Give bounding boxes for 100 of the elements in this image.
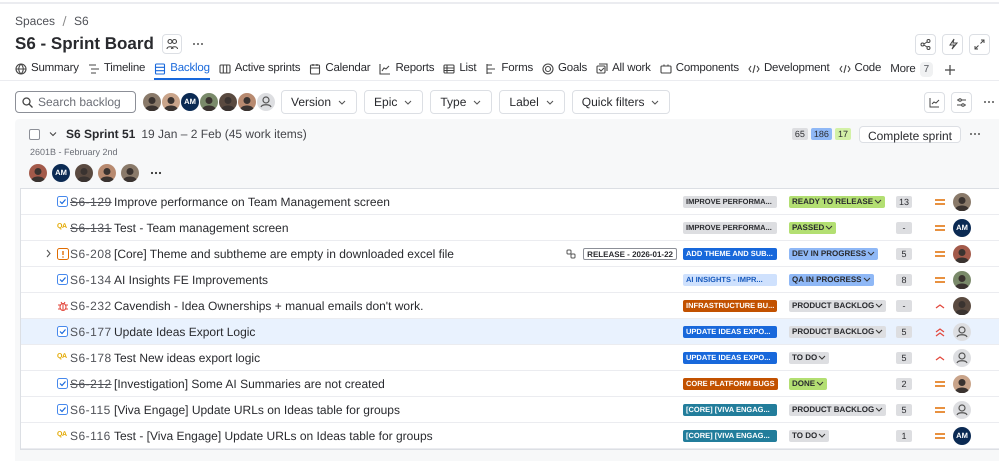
complete-sprint-button[interactable]: Complete sprint xyxy=(858,126,961,142)
automation-button[interactable] xyxy=(942,34,963,54)
status-dropdown[interactable]: TO DO xyxy=(789,352,830,364)
issue-summary[interactable]: AI Insights FE Improvements xyxy=(114,270,559,288)
issue-summary[interactable]: [Investigation] Some AI Summaries are not created xyxy=(114,374,559,392)
issue-key[interactable]: S6-134 xyxy=(70,270,114,288)
insights-button[interactable] xyxy=(924,92,945,112)
avatar[interactable] xyxy=(953,374,971,392)
issue-key[interactable]: S6-116 xyxy=(70,426,114,444)
chevron-down-icon xyxy=(874,198,882,205)
add-icon[interactable] xyxy=(944,64,956,76)
status-dropdown[interactable]: READY TO RELEASE xyxy=(789,196,886,208)
status-dropdown[interactable]: DONE xyxy=(789,378,828,390)
chevron-icon[interactable] xyxy=(49,130,57,138)
issue-key[interactable]: S6-115 xyxy=(70,400,114,418)
issue-summary[interactable]: Update Ideas Export Logic xyxy=(114,322,559,340)
chevron-down-icon xyxy=(818,432,826,439)
filter-dropdown[interactable]: Label xyxy=(499,90,565,114)
people-icon xyxy=(166,38,178,50)
fullscreen-button[interactable] xyxy=(969,34,990,54)
issue-key[interactable]: S6-212 xyxy=(70,374,114,392)
avatar[interactable] xyxy=(953,270,971,288)
tab-icon xyxy=(379,62,392,74)
filter-dropdown[interactable]: Type xyxy=(430,90,492,114)
more-icon[interactable] xyxy=(969,132,981,136)
search-field[interactable]: Search backlog xyxy=(15,91,136,113)
team-button[interactable] xyxy=(162,34,182,54)
issue-summary[interactable]: Cavendish - Idea Ownerships + manual emails don't work. xyxy=(114,296,559,314)
avatar[interactable] xyxy=(98,164,116,182)
more-icon[interactable] xyxy=(150,171,162,175)
tab[interactable]: Forms xyxy=(485,59,534,80)
tab[interactable]: Backlog xyxy=(154,59,210,80)
view-settings-button[interactable] xyxy=(951,92,972,112)
tab[interactable]: Code xyxy=(838,59,882,80)
status-dropdown[interactable]: PASSED xyxy=(789,222,836,234)
filter-dropdown[interactable]: Version xyxy=(281,90,358,114)
unassigned-avatar[interactable] xyxy=(953,348,971,366)
tab[interactable]: Summary xyxy=(15,59,79,80)
count-badge: 186 xyxy=(810,128,832,140)
tab[interactable]: Components xyxy=(660,59,739,80)
breadcrumb-link[interactable]: S6 xyxy=(74,12,89,30)
tab[interactable]: Active sprints xyxy=(218,59,300,80)
issue-summary[interactable]: Test New ideas export logic xyxy=(114,348,559,366)
issue-summary[interactable]: [Core] Theme and subtheme are empty in downloaded excel file xyxy=(114,244,559,262)
avatar[interactable] xyxy=(953,244,971,262)
chevron-right-icon[interactable] xyxy=(45,249,52,258)
issue-key[interactable]: S6-178 xyxy=(70,348,114,366)
issue-key[interactable]: S6-177 xyxy=(70,322,114,340)
status-dropdown[interactable]: PRODUCT BACKLOG xyxy=(789,300,886,312)
issue-summary[interactable]: Test - Team management screen xyxy=(114,218,559,236)
avatar[interactable] xyxy=(121,164,139,182)
avatar[interactable] xyxy=(953,192,971,210)
tab[interactable]: All work xyxy=(596,59,651,80)
avatar[interactable] xyxy=(29,164,47,182)
avatar[interactable] xyxy=(200,93,218,111)
status-dropdown[interactable]: PRODUCT BACKLOG xyxy=(789,404,886,416)
avatar[interactable] xyxy=(75,164,93,182)
tab[interactable]: List xyxy=(443,59,476,80)
checkbox[interactable] xyxy=(29,128,40,140)
unassigned-avatar[interactable] xyxy=(257,93,275,111)
tab[interactable]: Timeline xyxy=(88,59,146,80)
filter-dropdown[interactable]: Epic xyxy=(364,90,424,114)
issue-key[interactable]: S6-208 xyxy=(70,244,114,262)
tab[interactable]: Reports xyxy=(379,59,434,80)
tab[interactable]: Development xyxy=(748,59,830,80)
issue-summary[interactable]: Test - [Viva Engage] Update URLs on Ideas table for groups xyxy=(114,426,559,444)
chevron-down-icon xyxy=(544,98,555,106)
avatar[interactable] xyxy=(238,93,256,111)
avatar[interactable] xyxy=(162,93,180,111)
tab-icon xyxy=(218,62,231,74)
unassigned-avatar[interactable] xyxy=(953,322,971,340)
estimate-badge: 5 xyxy=(896,248,912,260)
issue-summary[interactable]: Improve performance on Team Management screen xyxy=(114,192,559,210)
chevron-down-icon xyxy=(825,224,834,231)
sliders-icon xyxy=(956,96,967,108)
share-button[interactable] xyxy=(915,34,936,54)
breadcrumb-link[interactable]: Spaces xyxy=(15,12,56,30)
tab[interactable]: Goals xyxy=(542,59,588,80)
estimate-badge: - xyxy=(896,222,912,234)
filter-dropdown[interactable]: Quick filters xyxy=(572,90,670,114)
more-icon[interactable] xyxy=(192,42,204,46)
status-dropdown[interactable]: DEV IN PROGRESS xyxy=(789,248,878,260)
issue-key[interactable]: S6-131 xyxy=(70,218,114,236)
status-dropdown[interactable]: PRODUCT BACKLOG xyxy=(789,326,886,338)
issue-key[interactable]: S6-232 xyxy=(70,296,114,314)
issue-key[interactable]: S6-129 xyxy=(70,192,114,210)
more-icon xyxy=(982,100,994,104)
page-title: S6 - Sprint Board xyxy=(15,33,154,56)
avatar[interactable] xyxy=(143,93,161,111)
status-dropdown[interactable]: QA IN PROGRESS xyxy=(789,274,874,286)
estimate-badge: 13 xyxy=(896,196,912,208)
unassigned-avatar[interactable] xyxy=(953,400,971,418)
issue-summary[interactable]: [Viva Engage] Update URLs on Ideas table for groups xyxy=(114,400,559,418)
more-tab[interactable]: More xyxy=(890,59,916,80)
tab[interactable]: Calendar xyxy=(309,59,370,80)
estimate-badge: 2 xyxy=(896,378,912,390)
chevron-down-icon xyxy=(403,98,414,106)
avatar[interactable] xyxy=(953,296,971,314)
avatar[interactable] xyxy=(219,93,237,111)
status-dropdown[interactable]: TO DO xyxy=(789,430,830,442)
